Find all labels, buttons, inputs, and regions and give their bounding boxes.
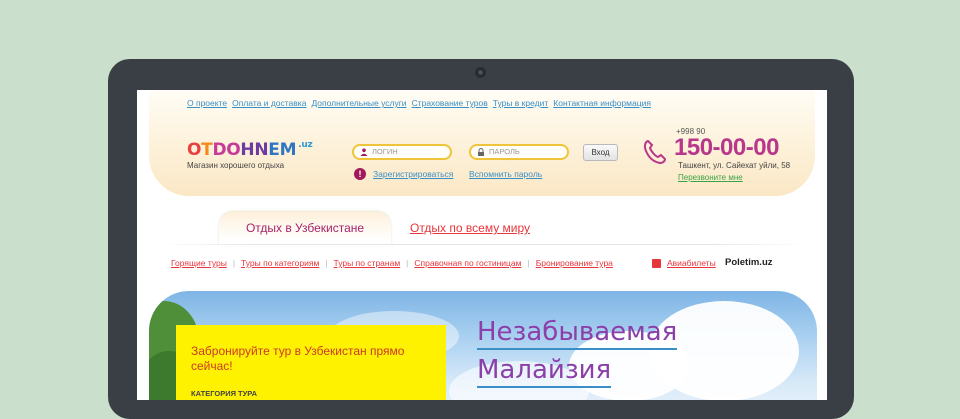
- tab-world[interactable]: Отдых по всему миру: [410, 221, 530, 235]
- website-screen: О проекте Оплата и доставка Дополнительн…: [137, 90, 827, 400]
- sub-nav-hot-tours[interactable]: Горящие туры: [171, 258, 227, 268]
- alert-icon: !: [354, 168, 366, 180]
- sub-nav-hotels[interactable]: Справочная по гостиницам: [414, 258, 521, 268]
- lock-icon: [478, 148, 484, 156]
- password-input[interactable]: ПАРОЛЬ: [469, 144, 569, 160]
- phone-icon: [643, 139, 667, 165]
- poletim-logo[interactable]: Poletim.uz: [725, 257, 773, 268]
- headline-line2: Малайзия: [477, 354, 612, 388]
- sub-nav: Горящие туры | Туры по категориям | Туры п…: [171, 258, 613, 268]
- tab-divider: [157, 244, 807, 245]
- top-nav: О проекте Оплата и доставка Дополнительн…: [187, 98, 651, 108]
- office-address: Ташкент, ул. Сайехат уйли, 58: [678, 161, 791, 170]
- logo-tagline: Магазин хорошего отдыха: [187, 161, 285, 170]
- air-tickets-link[interactable]: Авиабилеты: [667, 258, 716, 268]
- headline-line1: Незабываемая: [477, 316, 678, 350]
- sub-nav-countries[interactable]: Туры по странам: [334, 258, 401, 268]
- sub-nav-booking[interactable]: Бронирование тура: [536, 258, 613, 268]
- login-button[interactable]: Вход: [583, 144, 618, 161]
- logo-wordmark: OTDOHNEM .uz: [187, 140, 313, 160]
- webcam-icon: [475, 67, 486, 78]
- banner-headline[interactable]: Незабываемая Малайзия: [477, 316, 678, 392]
- top-nav-about[interactable]: О проекте: [187, 98, 227, 108]
- password-placeholder: ПАРОЛЬ: [489, 147, 520, 156]
- login-placeholder: ЛОГИН: [372, 147, 398, 156]
- phone-number: 150-00-00: [674, 134, 779, 161]
- top-nav-credit[interactable]: Туры в кредит: [493, 98, 549, 108]
- top-nav-payment[interactable]: Оплата и доставка: [232, 98, 306, 108]
- top-nav-contacts[interactable]: Контактная информация: [553, 98, 651, 108]
- promo-title: Забронируйте тур в Узбекистан прямо сейч…: [191, 344, 405, 373]
- register-link[interactable]: Зарегистрироваться: [373, 169, 453, 179]
- user-icon: [360, 148, 368, 156]
- sub-nav-categories[interactable]: Туры по категориям: [241, 258, 319, 268]
- top-nav-services[interactable]: Дополнительные услуги: [311, 98, 406, 108]
- callback-link[interactable]: Перезвоните мне: [678, 173, 743, 182]
- site-logo[interactable]: OTDOHNEM .uz Магазин хорошего отдыха: [187, 140, 313, 170]
- top-nav-insurance[interactable]: Страхование туров: [412, 98, 488, 108]
- forgot-password-link[interactable]: Вспомнить пароль: [469, 169, 542, 179]
- promo-category-label: КАТЕГОРИЯ ТУРА: [191, 389, 258, 398]
- login-input[interactable]: ЛОГИН: [352, 144, 452, 160]
- tab-uzbekistan[interactable]: Отдых в Узбекистане: [219, 212, 391, 246]
- external-link-icon: [652, 259, 661, 268]
